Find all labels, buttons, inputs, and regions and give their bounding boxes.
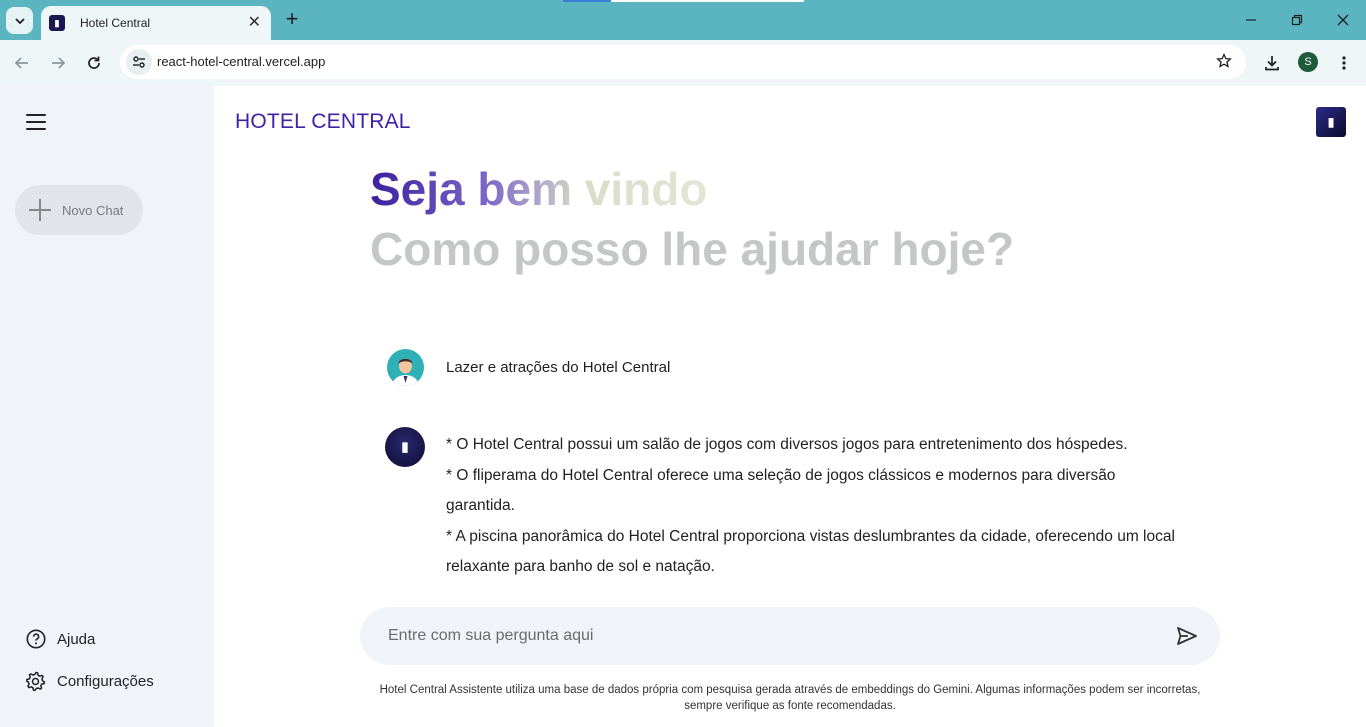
bot-message-line: * O Hotel Central possui um salão de jog…: [446, 436, 1128, 453]
window-strip-accent: [563, 0, 611, 2]
help-circle-icon: [26, 629, 46, 649]
menu-icon[interactable]: [26, 114, 46, 130]
browser-menu-button[interactable]: [1332, 51, 1356, 75]
more-vertical-icon: [1342, 56, 1346, 70]
settings-label: Configurações: [57, 672, 154, 690]
help-label: Ajuda: [57, 630, 96, 648]
window-strip-light: [611, 0, 804, 2]
tab-title: Hotel Central: [80, 16, 151, 30]
bot-avatar: ▮: [385, 427, 425, 467]
disclaimer-text: Hotel Central Assistente utiliza uma bas…: [379, 684, 1201, 712]
send-icon[interactable]: [1176, 626, 1198, 651]
tune-icon: [133, 56, 145, 68]
back-button[interactable]: [10, 51, 34, 75]
browser-title-bar: ▮ Hotel Central ✕ +: [0, 0, 1366, 40]
plus-icon: [29, 199, 51, 221]
greeting-subtitle: Como posso lhe ajudar hoje?: [370, 223, 1015, 275]
browser-tab[interactable]: ▮ Hotel Central ✕: [41, 6, 271, 40]
address-bar[interactable]: react-hotel-central.vercel.app: [120, 45, 1246, 79]
tab-search-button[interactable]: [6, 7, 33, 34]
restore-button[interactable]: [1274, 0, 1320, 40]
bot-message-line: * A piscina panorâmica do Hotel Central …: [446, 527, 1175, 576]
new-chat-label: Novo Chat: [62, 202, 124, 218]
arrow-left-icon: [14, 57, 28, 69]
brand-title: HOTEL CENTRAL: [235, 110, 411, 133]
minimize-icon: [1246, 19, 1256, 21]
bot-message: * O Hotel Central possui um salão de jog…: [446, 430, 1186, 583]
forward-button[interactable]: [46, 51, 70, 75]
bookmark-star-icon[interactable]: [1216, 52, 1232, 74]
settings-link[interactable]: Configurações: [26, 671, 154, 691]
greeting-title: Seja bem vindo!: [370, 163, 723, 215]
help-link[interactable]: Ajuda: [26, 629, 95, 649]
url-text[interactable]: react-hotel-central.vercel.app: [157, 54, 325, 69]
reload-button[interactable]: [82, 51, 106, 75]
bot-message-line: * O fliperama do Hotel Central oferece u…: [446, 466, 1116, 515]
close-window-button[interactable]: [1320, 0, 1366, 40]
minimize-button[interactable]: [1228, 0, 1274, 40]
sidebar: Novo Chat Ajuda Configurações: [0, 86, 214, 727]
downloads-button[interactable]: [1260, 51, 1284, 75]
hotel-logo-icon: ▮: [49, 15, 65, 31]
new-tab-button[interactable]: +: [281, 8, 303, 30]
profile-avatar[interactable]: S: [1298, 52, 1318, 72]
chevron-down-icon: [14, 17, 25, 24]
user-avatar: [387, 349, 424, 386]
download-icon: [1265, 56, 1279, 71]
reload-icon: [88, 56, 100, 69]
prompt-box: [360, 607, 1220, 665]
close-icon: [1337, 14, 1349, 26]
arrow-right-icon: [52, 57, 66, 69]
close-icon[interactable]: ✕: [248, 15, 261, 31]
prompt-input[interactable]: [388, 624, 1148, 648]
browser-toolbar: react-hotel-central.vercel.app S: [0, 40, 1366, 86]
user-message: Lazer e atrações do Hotel Central: [446, 359, 671, 376]
hotel-logo-icon: ▮: [1316, 107, 1346, 137]
gear-icon: [26, 671, 46, 691]
user-avatar-icon: [392, 358, 419, 386]
site-settings-button[interactable]: [126, 49, 152, 75]
restore-icon: [1291, 14, 1303, 26]
new-chat-button[interactable]: Novo Chat: [15, 185, 143, 235]
